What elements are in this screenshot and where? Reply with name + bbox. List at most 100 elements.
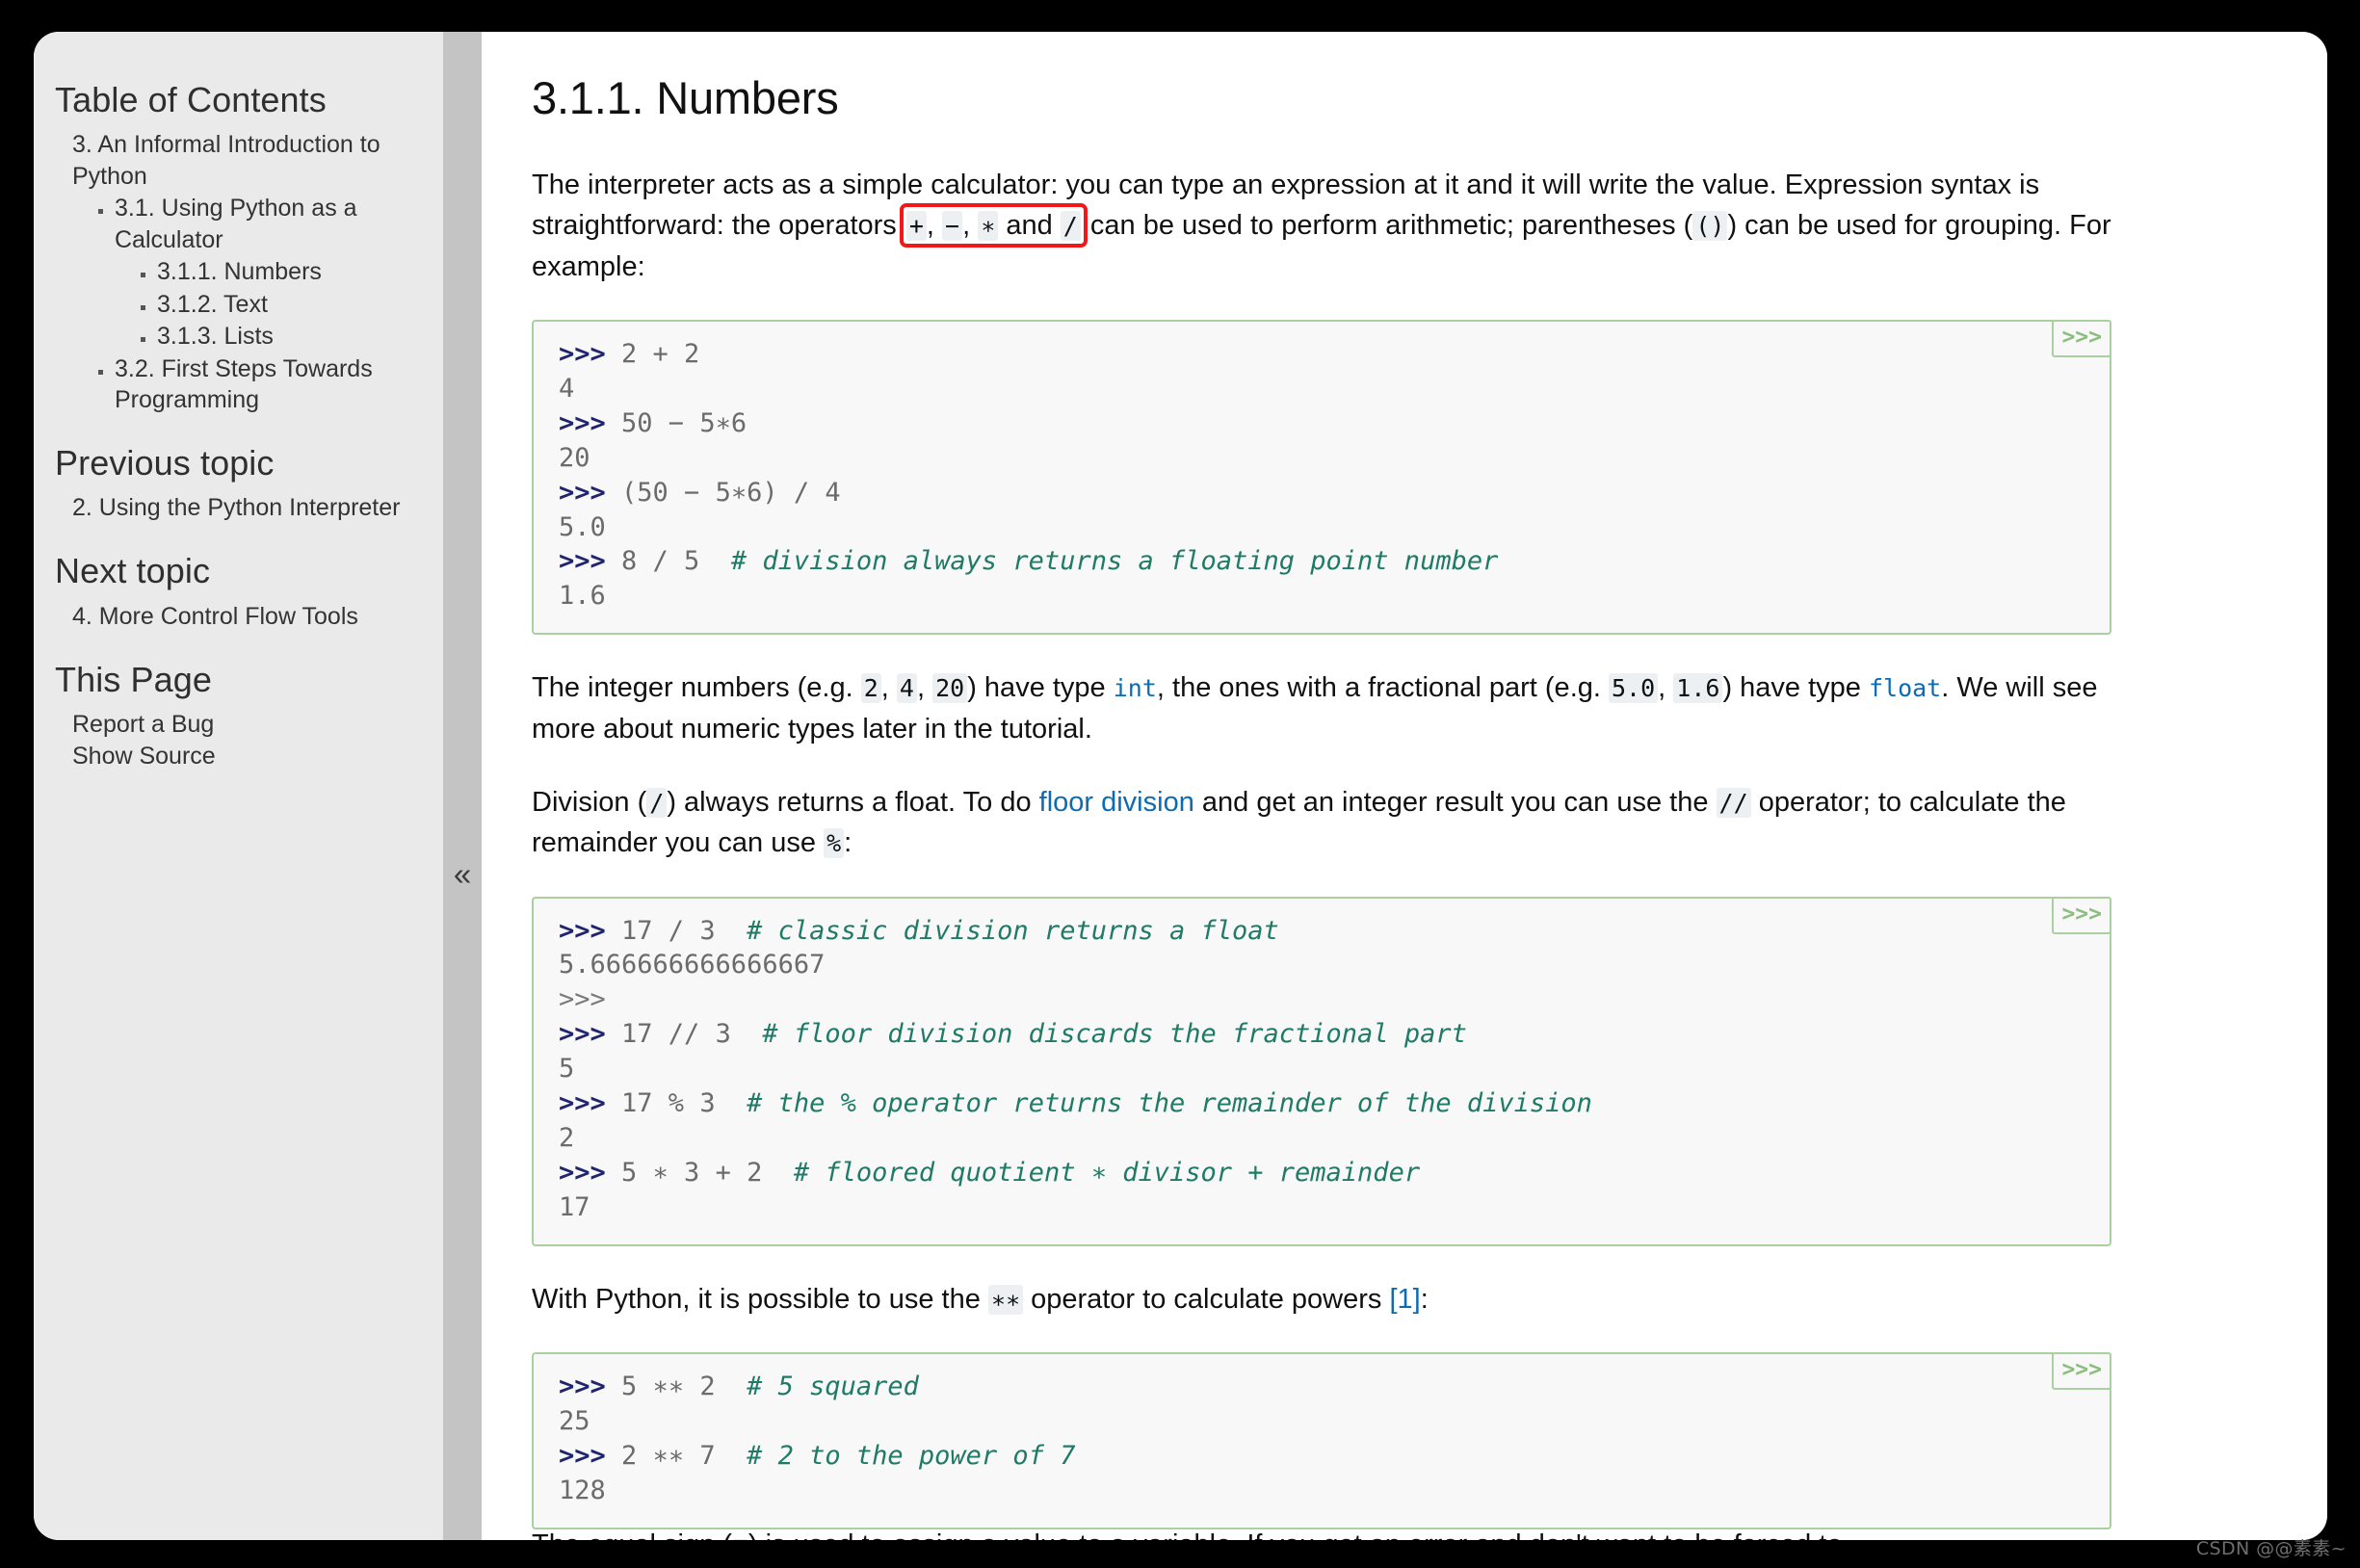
toc-item-3-1-3[interactable]: 3.1.3. Lists — [157, 321, 410, 353]
code-prompt: >>> — [559, 1157, 606, 1188]
code-prompt-plain: >>> — [559, 984, 606, 1015]
toggle-prompts-button-3[interactable]: >>> — [2052, 1352, 2111, 1391]
code-text: 1.6 — [559, 581, 606, 612]
code-text: 5.0 — [559, 511, 606, 542]
code-block-1-content: >>> 2 + 2 4 >>> 50 − 5∗6 20 >>> (50 − 5∗… — [559, 337, 2086, 614]
types-text-2: ) have type — [967, 672, 1114, 704]
sep: , — [916, 672, 933, 704]
toggle-prompts-button-2[interactable]: >>> — [2052, 896, 2111, 934]
powers-text-3: : — [1420, 1283, 1429, 1315]
types-text-3: , the ones with a fractional part (e.g. — [1156, 672, 1609, 704]
inline-code-floordiv: // — [1716, 787, 1751, 818]
code-text: 17 // 3 — [605, 1019, 763, 1050]
inline-code-4: 4 — [896, 673, 917, 704]
document-shell: Table of Contents 3. An Informal Introdu… — [34, 32, 2327, 1540]
toc-item-3-1-2[interactable]: 3.1.2. Text — [157, 289, 410, 321]
code-text: 4 — [559, 373, 575, 404]
show-source-link[interactable]: Show Source — [72, 741, 410, 772]
toc-item-3-1-1[interactable]: 3.1.1. Numbers — [157, 256, 410, 288]
inline-code-power: ∗∗ — [987, 1284, 1024, 1315]
code-text: 17 — [559, 1191, 590, 1222]
main-content: 3.1.1. Numbers The interpreter acts as a… — [482, 32, 2327, 1540]
intro-paragraph: The interpreter acts as a simple calcula… — [532, 165, 2111, 287]
next-topic-link[interactable]: 4. More Control Flow Tools — [72, 601, 410, 633]
code-prompt: >>> — [559, 477, 606, 508]
code-block-2-content: >>> 17 / 3 # classic division returns a … — [559, 914, 2086, 1225]
code-comment: # the % operator returns the remainder o… — [747, 1088, 1592, 1119]
page-title: 3.1.1. Numbers — [532, 72, 839, 123]
footnote-1-link[interactable]: [1] — [1389, 1284, 1420, 1315]
clipped-paragraph-region: The equal sign (=) is used to assign a v… — [532, 1525, 2250, 1540]
division-paragraph: Division (/) always returns a float. To … — [532, 782, 2111, 864]
operator-minus: − — [942, 211, 963, 242]
code-text: 20 — [559, 442, 590, 473]
next-topic-heading: Next topic — [55, 551, 211, 591]
types-paragraph: The integer numbers (e.g. 2, 4, 20) have… — [532, 667, 2111, 749]
toc-heading: Table of Contents — [55, 80, 327, 119]
previous-topic-heading: Previous topic — [55, 442, 275, 483]
code-text: 8 / 5 — [605, 546, 731, 577]
code-text: 5 ∗ 3 + 2 — [605, 1157, 794, 1188]
clipped-paragraph: The equal sign (=) is used to assign a v… — [532, 1525, 2250, 1540]
inline-code-20: 20 — [932, 673, 968, 704]
code-text: 25 — [559, 1405, 590, 1436]
operator-plus: + — [905, 211, 927, 242]
sidebar: Table of Contents 3. An Informal Introdu… — [34, 32, 443, 1540]
types-text-4: ) have type — [1722, 672, 1869, 704]
code-prompt: >>> — [559, 407, 606, 438]
toc-item-3-2[interactable]: 3.2. First Steps Towards Programming — [115, 353, 410, 416]
division-text-1: Division ( — [532, 786, 647, 818]
code-text: 50 − 5∗6 — [605, 407, 747, 438]
float-type-link[interactable]: float — [1869, 672, 1941, 703]
operator-divide: / — [1060, 211, 1081, 242]
toc-item-3-2-label: 3.2. First Steps Towards Programming — [115, 354, 373, 414]
toc-item-root[interactable]: 3. An Informal Introduction to Python 3.… — [72, 129, 410, 416]
division-text-3: and get an integer result you can use th… — [1193, 786, 1717, 818]
report-a-bug-link[interactable]: Report a Bug — [72, 709, 410, 741]
code-text: 2 ∗∗ 7 — [605, 1440, 747, 1471]
code-prompt: >>> — [559, 1019, 606, 1050]
inline-code-slash: / — [646, 787, 668, 818]
operator-times: ∗ — [978, 211, 999, 242]
toc-item-root-label: 3. An Informal Introduction to Python — [72, 131, 380, 190]
code-text: 17 % 3 — [605, 1088, 747, 1119]
code-block-3: >>> >>> 5 ∗∗ 2 # 5 squared 25 >>> 2 ∗∗ 7… — [532, 1352, 2111, 1529]
code-text: 5 ∗∗ 2 — [605, 1372, 747, 1402]
code-block-3-content: >>> 5 ∗∗ 2 # 5 squared 25 >>> 2 ∗∗ 7 # 2… — [559, 1370, 2086, 1508]
types-text-1: The integer numbers (e.g. — [532, 672, 861, 704]
toc-item-3-1-2-label: 3.1.2. Text — [157, 290, 268, 318]
code-text: 2 + 2 — [605, 338, 700, 369]
float-code: float — [1868, 674, 1942, 703]
code-comment: # division always returns a floating poi… — [730, 546, 1499, 577]
watermark: CSDN @@素素~ — [2195, 1538, 2347, 1559]
inline-code-2: 2 — [860, 673, 881, 704]
int-code: int — [1113, 674, 1157, 703]
inline-code-modulo: % — [824, 828, 845, 859]
sep: , — [1658, 672, 1674, 704]
toc-item-3-1[interactable]: 3.1. Using Python as a Calculator 3.1.1.… — [115, 193, 410, 353]
collapse-sidebar-icon[interactable]: « — [443, 858, 482, 890]
toc-list: 3. An Informal Introduction to Python 3.… — [55, 129, 410, 416]
operator-and: and — [998, 210, 1061, 242]
division-text-5: : — [844, 827, 852, 859]
operator-sep-2: , — [962, 210, 979, 242]
floor-division-link[interactable]: floor division — [1039, 787, 1194, 818]
previous-topic-link[interactable]: 2. Using the Python Interpreter — [72, 492, 410, 524]
code-comment: # 2 to the power of 7 — [747, 1440, 1076, 1471]
toggle-prompts-button-1[interactable]: >>> — [2052, 319, 2111, 357]
int-type-link[interactable]: int — [1114, 672, 1157, 703]
powers-text-1: With Python, it is possible to use the — [532, 1283, 988, 1315]
code-comment: # classic division returns a float — [747, 915, 1279, 946]
code-text: 5.666666666666667 — [559, 950, 826, 980]
code-prompt: >>> — [559, 1372, 606, 1402]
code-prompt: >>> — [559, 915, 606, 946]
code-block-2: >>> >>> 17 / 3 # classic division return… — [532, 896, 2111, 1246]
sep: , — [880, 672, 897, 704]
code-text: 17 / 3 — [605, 915, 747, 946]
code-text: 2 — [559, 1122, 575, 1153]
operators-highlight-box: +, −, ∗ and / — [899, 203, 1088, 248]
sidebar-divider: « — [443, 32, 482, 1540]
intro-text-2: can be used to perform arithmetic; paren… — [1082, 210, 1693, 242]
code-prompt: >>> — [559, 546, 606, 577]
code-text: 5 — [559, 1054, 575, 1085]
